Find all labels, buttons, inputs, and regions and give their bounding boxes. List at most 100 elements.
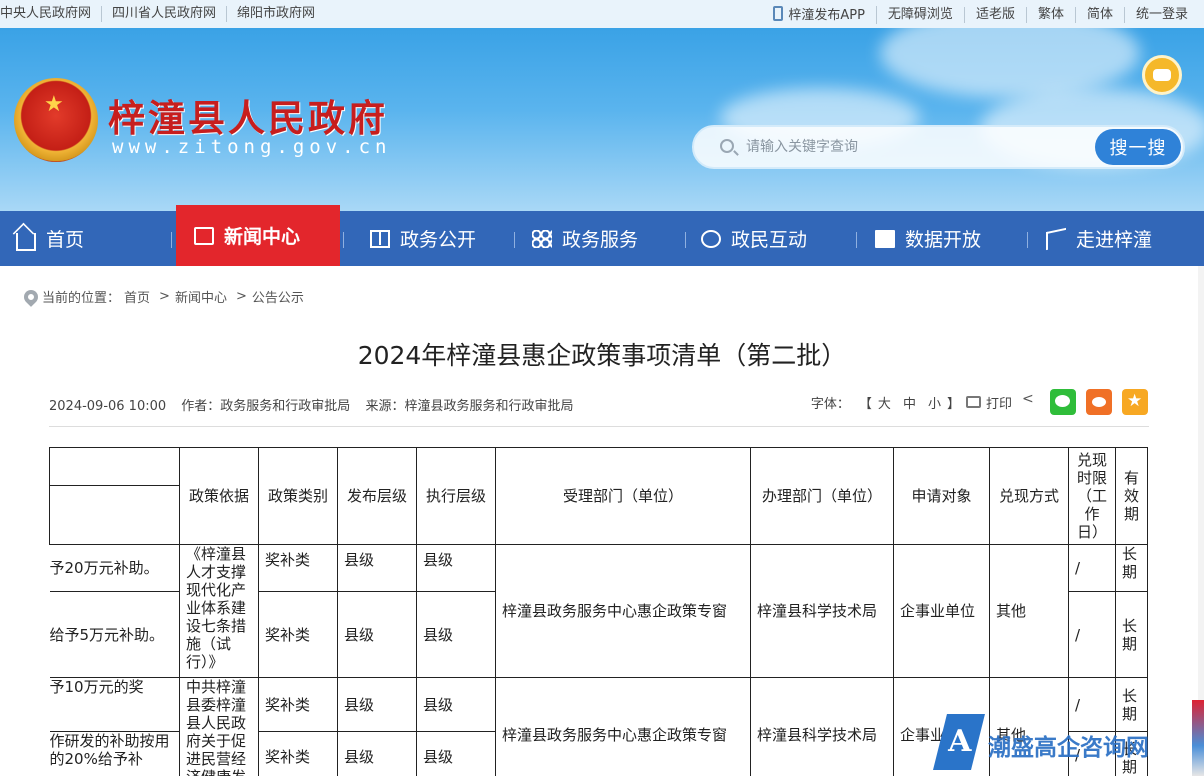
policy-content-cell: 予20万元补助。	[49, 544, 180, 592]
chat-icon	[701, 229, 721, 248]
favorite-star-icon[interactable]	[1122, 389, 1148, 415]
exec-level-cell: 县级	[416, 677, 496, 732]
data-icon	[875, 229, 895, 248]
site-title[interactable]: 梓潼县人民政府	[108, 88, 388, 142]
search-icon	[720, 139, 734, 153]
national-emblem-icon[interactable]: ★	[14, 78, 98, 162]
site-url: www.zitong.gov.cn	[112, 136, 392, 158]
page-title: 2024年梓潼县惠企政策事项清单（第二批）	[357, 341, 847, 370]
font-size-medium[interactable]: 中	[903, 393, 916, 412]
bracket-close: 】	[946, 396, 960, 412]
share-icon[interactable]	[1022, 391, 1036, 409]
exec-level-cell: 县级	[416, 731, 496, 776]
font-size-label: 字体：	[810, 396, 850, 412]
link-simplified[interactable]: 简体	[1076, 7, 1125, 23]
top-utility-bar: 中央人民政府网 四川省人民政府网 绵阳市政府网 梓潼发布APP 无障碍浏览 适老…	[0, 0, 1204, 28]
utility-links: 梓潼发布APP 无障碍浏览 适老版 繁体 简体 统一登录	[762, 6, 1188, 24]
breadcrumb-news[interactable]: 新闻中心	[175, 287, 227, 306]
nav-item-news[interactable]: 新闻中心	[176, 205, 341, 266]
main-nav: 首页 新闻中心 政务公开 政务服务 政民互动 数据开放 走进梓潼	[0, 205, 1204, 266]
policy-category-cell: 奖补类	[258, 591, 338, 678]
search-box: 搜一搜	[692, 125, 1185, 169]
nav-divider	[1027, 232, 1028, 248]
watermark-logo-icon	[933, 714, 985, 770]
print-button[interactable]: 打印	[986, 393, 1012, 412]
target-cell: 企事业单位	[893, 544, 990, 678]
search-input[interactable]	[746, 136, 1086, 158]
link-login[interactable]: 统一登录	[1125, 7, 1188, 23]
policy-basis-cell: 中共梓潼县委梓潼县人民政府关于促进民营经济健康发	[179, 677, 259, 776]
printer-icon[interactable]	[965, 396, 981, 408]
table-header-cell: 申请对象	[893, 447, 990, 545]
link-sichuan-gov[interactable]: 四川省人民政府网	[102, 6, 228, 22]
breadcrumb-notice[interactable]: 公告公示	[252, 287, 304, 306]
link-traditional[interactable]: 繁体	[1027, 7, 1076, 23]
link-accessibility[interactable]: 无障碍浏览	[877, 7, 965, 23]
nav-divider	[343, 232, 344, 248]
article-source: 来源：梓潼县政务服务和行政审批局	[365, 399, 574, 414]
nav-item-gov-affairs[interactable]: 政务公开	[370, 211, 476, 266]
handle-dept-cell: 梓潼县科学技术局	[750, 677, 894, 776]
table-header-row: 政策依据 政策类别 发布层级 执行层级 受理部门（单位） 办理部门（单位） 申请…	[49, 447, 1148, 545]
location-pin-icon	[21, 286, 41, 307]
table-header-cell: 受理部门（单位）	[495, 447, 751, 545]
nav-divider	[514, 232, 515, 248]
table-header-cell: 兑现方式	[989, 447, 1069, 545]
breadcrumb: 当前的位置： 首页 > 新闻中心 > 公告公示	[21, 286, 308, 307]
table-header-content	[49, 447, 180, 545]
table-header-cell: 政策类别	[258, 447, 338, 545]
nav-divider	[171, 232, 172, 248]
nav-item-interaction[interactable]: 政民互动	[701, 211, 807, 266]
nav-item-gov-service[interactable]: 政务服务	[532, 211, 638, 266]
accept-dept-cell: 梓潼县政务服务中心惠企政策专窗	[495, 544, 751, 678]
article-tools: 字体： 【 大 中 小 】 打印	[811, 388, 1148, 416]
nav-item-about-zitong[interactable]: 走进梓潼	[1046, 211, 1152, 266]
link-app[interactable]: 梓潼发布APP	[762, 6, 877, 24]
article-meta: 2024-09-06 10:00 作者：政务服务和行政审批局 来源：梓潼县政务服…	[49, 395, 584, 414]
method-cell: 其他	[989, 544, 1069, 678]
table-header-cell: 办理部门（单位）	[750, 447, 894, 545]
table-header-cell: 执行层级	[416, 447, 496, 545]
link-elderly-mode[interactable]: 适老版	[965, 7, 1027, 23]
validity-cell: 长期	[1115, 591, 1148, 678]
table-row: 予20万元补助。 《梓潼县人才支撑现代化产业体系建设七条措施（试行）》 奖补类 …	[49, 544, 1148, 678]
publish-level-cell: 县级	[337, 731, 417, 776]
bracket-open: 【	[858, 396, 872, 412]
breadcrumb-separator: >	[159, 289, 170, 304]
breadcrumb-prefix: 当前的位置：	[42, 291, 121, 306]
table-header-cell: 发布层级	[337, 447, 417, 545]
flag-icon	[1046, 227, 1066, 250]
publish-level-cell: 县级	[337, 591, 417, 678]
external-links: 中央人民政府网 四川省人民政府网 绵阳市政府网	[0, 6, 325, 22]
home-icon	[16, 233, 36, 251]
font-size-large[interactable]: 大	[878, 393, 891, 412]
weibo-icon[interactable]	[1086, 389, 1112, 415]
policy-category-cell: 奖补类	[258, 677, 338, 732]
publish-date: 2024-09-06 10:00	[49, 399, 167, 414]
breadcrumb-home[interactable]: 首页	[124, 287, 150, 306]
site-banner: ★ 梓潼县人民政府 www.zitong.gov.cn 搜一搜	[0, 28, 1204, 211]
nav-divider	[685, 232, 686, 248]
article-author: 作者：政务服务和行政审批局	[181, 399, 351, 414]
validity-cell: 长期	[1115, 544, 1148, 592]
policy-content-cell: 予10万元的奖	[49, 677, 180, 732]
policy-content-cell: 给予5万元补助。	[49, 591, 180, 678]
policy-category-cell: 奖补类	[258, 544, 338, 592]
font-size-small[interactable]: 小	[928, 393, 941, 412]
wechat-icon[interactable]	[1050, 389, 1076, 415]
nav-item-open-data[interactable]: 数据开放	[875, 211, 981, 266]
divider	[49, 426, 1149, 427]
search-button[interactable]: 搜一搜	[1095, 129, 1181, 165]
phone-icon	[773, 6, 784, 21]
table-header-cell: 兑现时限（工作日）	[1068, 447, 1116, 545]
policy-content-cell: 作研发的补助按用的20%给予补	[49, 731, 180, 776]
breadcrumb-separator: >	[235, 289, 247, 304]
nav-item-home[interactable]: 首页	[16, 211, 84, 266]
link-mianyang-gov[interactable]: 绵阳市政府网	[227, 6, 325, 22]
link-central-gov[interactable]: 中央人民政府网	[0, 6, 103, 22]
robot-assistant-icon[interactable]	[1142, 55, 1182, 95]
grid-icon	[532, 229, 552, 248]
table-header-cell: 政策依据	[179, 447, 259, 545]
nav-divider	[856, 232, 857, 248]
exec-level-cell: 县级	[416, 591, 496, 678]
